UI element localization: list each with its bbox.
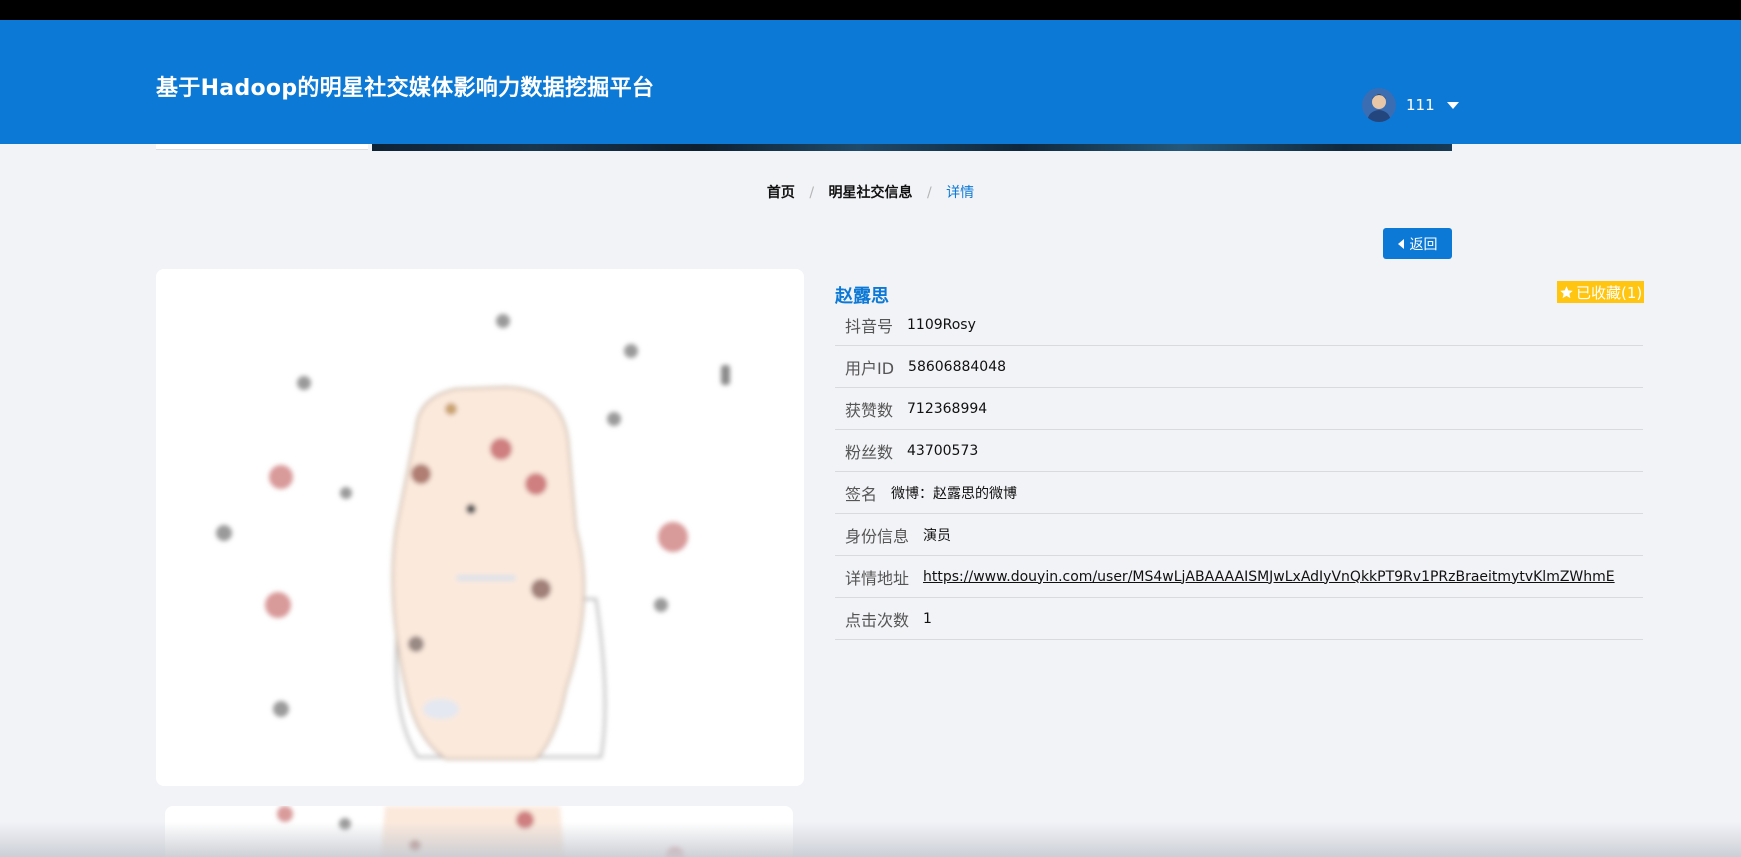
info-row-likes: 获赞数 712368994 bbox=[835, 388, 1643, 430]
info-row-douyin-id: 抖音号 1109Rosy bbox=[835, 304, 1643, 346]
info-label: 签名 bbox=[845, 484, 878, 504]
star-icon bbox=[1560, 285, 1573, 298]
info-row-followers: 粉丝数 43700573 bbox=[835, 430, 1643, 472]
caret-down-icon[interactable] bbox=[1446, 101, 1459, 109]
info-value: 微博：赵露思的微博 bbox=[891, 485, 1018, 502]
info-label: 抖音号 bbox=[845, 316, 894, 336]
info-row-detail-url: 详情地址 https://www.douyin.com/user/MS4wLjA… bbox=[835, 556, 1643, 598]
info-value: 43700573 bbox=[907, 442, 979, 459]
info-value: 1 bbox=[923, 610, 932, 627]
breadcrumb-separator: / bbox=[809, 185, 815, 201]
banner-left-edge bbox=[156, 144, 368, 150]
info-row-user-id: 用户ID 58606884048 bbox=[835, 346, 1643, 388]
back-button-label: 返回 bbox=[1409, 236, 1438, 253]
info-value: 演员 bbox=[923, 527, 952, 544]
info-value: 712368994 bbox=[907, 400, 988, 417]
site-title: 基于Hadoop的明星社交媒体影响力数据挖掘平台 bbox=[156, 76, 655, 101]
info-label: 身份信息 bbox=[845, 526, 910, 546]
info-label: 用户ID bbox=[845, 358, 895, 378]
info-row-signature: 签名 微博：赵露思的微博 bbox=[835, 472, 1643, 514]
info-value: 1109Rosy bbox=[907, 316, 976, 333]
info-label: 粉丝数 bbox=[845, 442, 894, 462]
detail-url-link[interactable]: https://www.douyin.com/user/MS4wLjABAAAA… bbox=[923, 569, 1615, 585]
breadcrumb-current: 详情 bbox=[946, 185, 975, 201]
info-label: 点击次数 bbox=[845, 610, 910, 630]
top-bar bbox=[0, 0, 1741, 20]
info-label: 获赞数 bbox=[845, 400, 894, 420]
avatar bbox=[1362, 88, 1396, 122]
info-row-identity: 身份信息 演员 bbox=[835, 514, 1643, 556]
info-table: 抖音号 1109Rosy 用户ID 58606884048 获赞数 712368… bbox=[835, 304, 1643, 640]
info-row-click-count: 点击次数 1 bbox=[835, 598, 1643, 640]
user-menu[interactable]: 111 bbox=[1362, 88, 1459, 122]
bottom-fade bbox=[0, 822, 1741, 857]
username: 111 bbox=[1406, 96, 1435, 114]
caret-left-icon bbox=[1397, 238, 1404, 249]
profile-image bbox=[156, 269, 804, 786]
back-button[interactable]: 返回 bbox=[1383, 228, 1452, 259]
favorite-button[interactable]: 已收藏(1) bbox=[1557, 281, 1645, 303]
breadcrumb-separator: / bbox=[926, 185, 932, 201]
info-value: 58606884048 bbox=[908, 358, 1007, 375]
info-label: 详情地址 bbox=[845, 568, 910, 588]
breadcrumb-section[interactable]: 明星社交信息 bbox=[829, 182, 913, 202]
bear-illustration bbox=[216, 314, 730, 760]
breadcrumb: 首页 / 明星社交信息 / 详情 bbox=[0, 182, 1741, 202]
banner-image bbox=[372, 144, 1452, 151]
site-header: 基于Hadoop的明星社交媒体影响力数据挖掘平台 111 bbox=[0, 20, 1741, 144]
favorite-label: 已收藏(1) bbox=[1576, 283, 1643, 302]
breadcrumb-home[interactable]: 首页 bbox=[767, 182, 795, 202]
